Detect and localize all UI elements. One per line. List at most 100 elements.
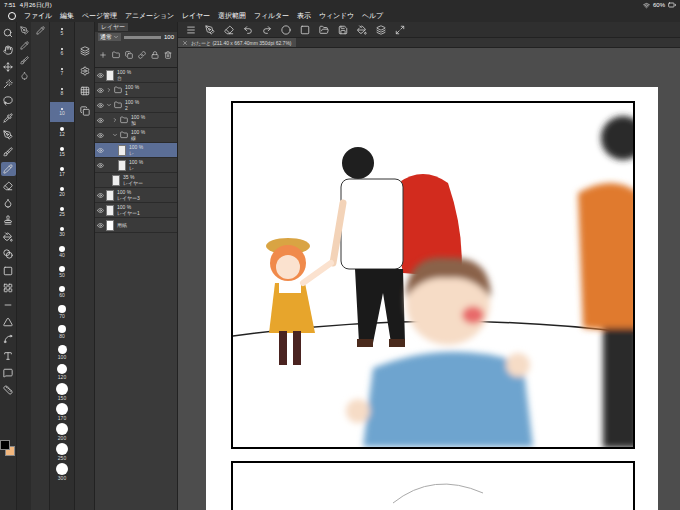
opacity-slider[interactable] xyxy=(124,36,161,39)
collapse-icon[interactable] xyxy=(112,117,118,123)
opacity-field[interactable]: 100 xyxy=(164,33,174,41)
sub-tool-icon[interactable] xyxy=(36,26,45,35)
tool-button[interactable] xyxy=(1,162,16,176)
visibility-icon[interactable] xyxy=(97,132,104,139)
tool-button[interactable] xyxy=(1,60,16,74)
brush-size-item[interactable]: 6 xyxy=(50,42,74,62)
brush-size-item[interactable]: 15 xyxy=(50,142,74,162)
layer-tool-icon[interactable] xyxy=(164,51,172,59)
panel-icon[interactable] xyxy=(80,86,90,96)
expand-icon[interactable] xyxy=(106,102,112,108)
layer-row[interactable]: 35 %レイヤー xyxy=(95,173,177,188)
tool-button[interactable] xyxy=(1,315,16,329)
expand-icon[interactable] xyxy=(112,132,118,138)
brush-size-item[interactable]: 150 xyxy=(50,382,74,402)
brush-size-item[interactable]: 25 xyxy=(50,202,74,222)
brush-size-item[interactable]: 8 xyxy=(50,82,74,102)
brush-size-item[interactable]: 300 xyxy=(50,462,74,482)
tool-button[interactable] xyxy=(1,128,16,142)
tool-button[interactable] xyxy=(1,332,16,346)
app-logo-icon[interactable] xyxy=(8,12,16,20)
layer-row[interactable]: 100 %台 xyxy=(95,68,177,83)
layer-row[interactable]: 100 %レイヤー3 xyxy=(95,188,177,203)
command-icon[interactable] xyxy=(281,25,291,35)
tool-button[interactable] xyxy=(1,77,16,91)
command-icon[interactable] xyxy=(186,25,196,35)
visibility-icon[interactable] xyxy=(97,207,104,214)
layer-row[interactable]: 100 %レイヤー1 xyxy=(95,203,177,218)
layer-tool-icon[interactable] xyxy=(112,51,120,59)
menu-item[interactable]: レイヤー xyxy=(182,11,210,21)
brush-size-item[interactable]: 12 xyxy=(50,122,74,142)
menu-item[interactable]: フィルター xyxy=(254,11,289,21)
color-swatches[interactable] xyxy=(0,440,16,458)
menu-item[interactable]: 編集 xyxy=(60,11,74,21)
tool-button[interactable] xyxy=(1,94,16,108)
command-icon[interactable] xyxy=(205,25,215,35)
brush-size-item[interactable]: 10 xyxy=(50,102,74,122)
close-tab-icon[interactable] xyxy=(182,40,188,46)
tool-button[interactable] xyxy=(1,349,16,363)
tool-button[interactable] xyxy=(1,196,16,210)
tool-button[interactable] xyxy=(1,230,16,244)
command-icon[interactable] xyxy=(243,25,253,35)
sub-tool-group-icon[interactable] xyxy=(20,56,29,65)
collapse-icon[interactable] xyxy=(106,87,112,93)
menu-item[interactable]: 選択範囲 xyxy=(218,11,246,21)
menu-item[interactable]: ページ管理 xyxy=(82,11,117,21)
command-icon[interactable] xyxy=(376,25,386,35)
visibility-icon[interactable] xyxy=(97,162,104,169)
tool-button[interactable] xyxy=(1,179,16,193)
brush-size-item[interactable]: 20 xyxy=(50,182,74,202)
sub-tool-group-icon[interactable] xyxy=(20,26,29,35)
brush-size-item[interactable]: 30 xyxy=(50,222,74,242)
brush-size-item[interactable]: 5 xyxy=(50,22,74,42)
command-icon[interactable] xyxy=(300,25,310,35)
document-tab[interactable]: おたーと (211.40 x 667.40mm 350dpi 62.7%) xyxy=(178,38,296,47)
brush-size-item[interactable]: 60 xyxy=(50,282,74,302)
canvas-area[interactable] xyxy=(178,48,680,510)
tool-button[interactable] xyxy=(1,213,16,227)
layer-tool-icon[interactable] xyxy=(151,51,159,59)
panel-icon[interactable] xyxy=(80,46,90,56)
layer-row[interactable]: 100 %線 xyxy=(95,128,177,143)
panel-icon[interactable] xyxy=(80,106,90,116)
command-icon[interactable] xyxy=(224,25,234,35)
brush-size-item[interactable]: 100 xyxy=(50,342,74,362)
command-icon[interactable] xyxy=(357,25,367,35)
visibility-icon[interactable] xyxy=(97,72,104,79)
layer-row[interactable]: 100 %2 xyxy=(95,98,177,113)
layer-row[interactable]: 100 %加 xyxy=(95,113,177,128)
layer-row[interactable]: 用紙 xyxy=(95,218,177,233)
command-icon[interactable] xyxy=(395,25,405,35)
menu-item[interactable]: ファイル xyxy=(24,11,52,21)
brush-size-item[interactable]: 200 xyxy=(50,422,74,442)
brush-size-item[interactable]: 17 xyxy=(50,162,74,182)
brush-size-item[interactable]: 7 xyxy=(50,62,74,82)
brush-size-item[interactable]: 250 xyxy=(50,442,74,462)
brush-size-item[interactable]: 120 xyxy=(50,362,74,382)
brush-size-item[interactable]: 170 xyxy=(50,402,74,422)
command-icon[interactable] xyxy=(338,25,348,35)
brush-size-item[interactable]: 50 xyxy=(50,262,74,282)
panel-icon[interactable] xyxy=(80,66,90,76)
layer-row[interactable]: 100 %1 xyxy=(95,83,177,98)
tool-button[interactable] xyxy=(1,43,16,57)
menu-item[interactable]: 表示 xyxy=(297,11,311,21)
visibility-icon[interactable] xyxy=(97,102,104,109)
tool-button[interactable] xyxy=(1,26,16,40)
tool-button[interactable] xyxy=(1,145,16,159)
tool-button[interactable] xyxy=(1,111,16,125)
tool-button[interactable] xyxy=(1,383,16,397)
brush-size-item[interactable]: 40 xyxy=(50,242,74,262)
menu-item[interactable]: ウィンドウ xyxy=(319,11,354,21)
sub-tool-group-icon[interactable] xyxy=(20,71,29,80)
tool-button[interactable] xyxy=(1,247,16,261)
tool-button[interactable] xyxy=(1,264,16,278)
tool-button[interactable] xyxy=(1,366,16,380)
menu-item[interactable]: アニメーション xyxy=(125,11,174,21)
command-icon[interactable] xyxy=(319,25,329,35)
main-color[interactable] xyxy=(0,440,10,450)
visibility-icon[interactable] xyxy=(97,222,104,229)
command-icon[interactable] xyxy=(262,25,272,35)
